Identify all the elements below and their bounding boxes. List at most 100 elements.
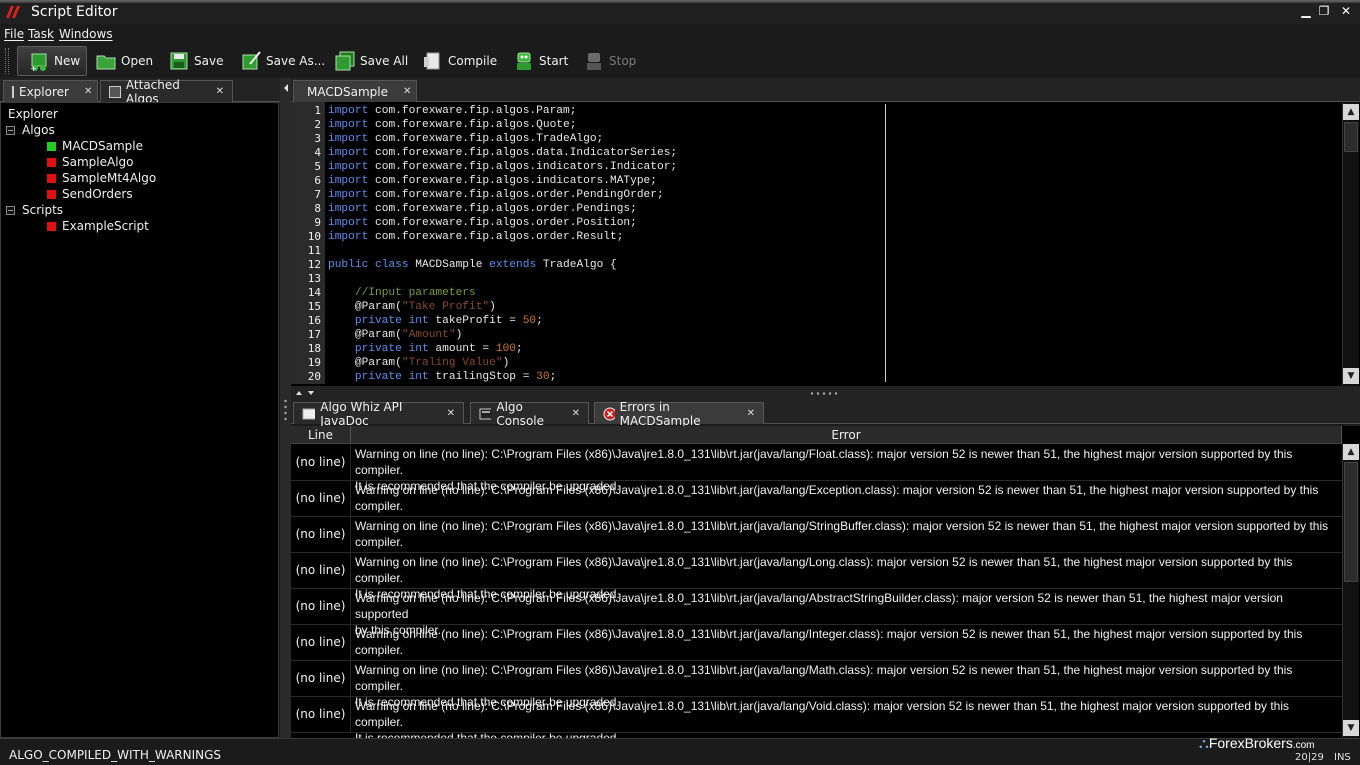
table-row[interactable]: (no line) Warning on line (no line): C:\P… xyxy=(291,481,1342,517)
close-icon[interactable]: ✕ xyxy=(747,408,755,419)
table-row[interactable]: (no line) Warning on line (no line): C:\P… xyxy=(291,625,1342,661)
scroll-thumb[interactable] xyxy=(1344,122,1358,152)
title-bar: Script Editor ▁ ❐ ✕ xyxy=(0,0,1360,24)
tree-folder-algos[interactable]: Algos xyxy=(22,122,55,138)
close-icon[interactable]: ✕ xyxy=(572,408,580,419)
error-message-line: Warning on line (no line): C:\Program Fi… xyxy=(355,555,1293,585)
tree-item-examplescript[interactable]: ExampleScript xyxy=(62,218,149,234)
table-row[interactable]: (no line) Warning on line (no line): C:\P… xyxy=(291,589,1342,637)
attached-algos-icon xyxy=(109,85,121,98)
close-window-icon[interactable]: ✕ xyxy=(1338,4,1354,18)
collapse-icon[interactable]: − xyxy=(6,126,15,135)
code-line[interactable]: import com.forexware.fip.algos.TradeAlgo… xyxy=(328,132,603,146)
close-icon[interactable]: ✕ xyxy=(216,86,224,97)
line-number: 9 xyxy=(314,216,321,229)
status-red-icon xyxy=(47,190,56,199)
line-number: 4 xyxy=(314,146,321,159)
tree-folder-scripts[interactable]: Scripts xyxy=(22,202,63,218)
table-row[interactable]: (no line) Warning on line (no line): C:\P… xyxy=(291,553,1342,601)
column-header-error[interactable]: Error xyxy=(351,426,1342,444)
code-line[interactable]: import com.forexware.fip.algos.Quote; xyxy=(328,118,576,132)
watermark-logo: ⛬ForexBrokers.com xyxy=(1199,735,1315,751)
horizontal-splitter[interactable] xyxy=(291,386,1360,400)
code-line[interactable]: private int takeProfit = 50; xyxy=(328,314,543,328)
code-line[interactable]: import com.forexware.fip.algos.data.Indi… xyxy=(328,146,677,160)
scroll-up-icon[interactable]: ▲ xyxy=(1343,444,1359,460)
line-number: 8 xyxy=(314,202,321,215)
code-line[interactable]: import com.forexware.fip.algos.order.Pos… xyxy=(328,216,637,230)
error-message-line: Warning on line (no line): C:\Program Fi… xyxy=(355,447,1293,477)
code-line[interactable]: public class MACDSample extends TradeAlg… xyxy=(328,258,617,272)
save-disk-icon xyxy=(170,52,188,70)
scroll-up-icon[interactable]: ▲ xyxy=(1343,104,1359,120)
tab-errors[interactable]: Errors in MACDSample ✕ xyxy=(594,400,764,428)
table-row[interactable]: (no line) Warning on line (no line): C:\P… xyxy=(291,445,1342,493)
line-number: 17 xyxy=(307,328,321,341)
column-header-line[interactable]: Line xyxy=(291,426,351,444)
menu-windows[interactable]: Windows xyxy=(59,27,113,41)
start-button[interactable]: Start xyxy=(513,46,568,76)
save-button[interactable]: Save xyxy=(168,46,223,76)
save-as-button[interactable]: Save As... xyxy=(240,46,325,76)
code-line[interactable]: import com.forexware.fip.algos.order.Res… xyxy=(328,230,623,244)
close-icon[interactable]: ✕ xyxy=(84,86,92,97)
code-line[interactable]: import com.forexware.fip.algos.order.Pen… xyxy=(328,188,664,202)
scroll-down-icon[interactable]: ▼ xyxy=(1343,720,1359,736)
scroll-thumb[interactable] xyxy=(1344,462,1358,582)
code-line[interactable]: import com.forexware.fip.algos.indicator… xyxy=(328,160,677,174)
error-message-line: Warning on line (no line): C:\Program Fi… xyxy=(355,519,1329,533)
code-line[interactable]: @Param("Take Profit") xyxy=(328,300,496,314)
new-icon: + xyxy=(30,53,47,72)
error-message-line: Warning on line (no line): C:\Program Fi… xyxy=(355,591,1283,621)
tab-macdsample[interactable]: MACDSample ✕ xyxy=(293,80,417,102)
code-line[interactable]: import com.forexware.fip.algos.indicator… xyxy=(328,174,657,188)
tab-attached-algos[interactable]: Attached Algos ✕ xyxy=(100,78,233,106)
collapse-panel-icon[interactable] xyxy=(282,82,290,102)
new-button[interactable]: + New xyxy=(17,46,88,76)
menu-bar: File Task Windows xyxy=(0,24,1360,44)
line-number-gutter: 1 2 3 4 5 6 7 8 9 10 11 12 13 14 15 16 1… xyxy=(291,102,325,384)
line-number: 12 xyxy=(307,258,321,271)
tree-item-sendorders[interactable]: SendOrders xyxy=(62,186,133,202)
code-line[interactable]: import com.forexware.fip.algos.order.Pen… xyxy=(328,202,637,216)
collapse-icon[interactable]: − xyxy=(6,206,15,215)
error-line-cell: (no line) xyxy=(291,481,351,516)
code-line[interactable]: private int amount = 100; xyxy=(328,342,523,356)
table-row[interactable]: (no line) Warning on line (no line): C:\P… xyxy=(291,697,1342,745)
splitter-grip-icon xyxy=(810,392,838,395)
line-number: 14 xyxy=(307,286,321,299)
tree-item-samplealgo[interactable]: SampleAlgo xyxy=(62,154,134,170)
line-number: 2 xyxy=(314,118,321,131)
tab-algo-console[interactable]: Algo Console ✕ xyxy=(470,400,589,428)
code-line[interactable]: import com.forexware.fip.algos.Param; xyxy=(328,104,576,118)
errors-scrollbar[interactable]: ▲ ▼ xyxy=(1342,444,1359,738)
code-line[interactable]: private int trailingStop = 30; xyxy=(328,370,556,384)
expand-collapse-icon[interactable] xyxy=(295,389,317,397)
close-icon[interactable]: ✕ xyxy=(447,408,455,419)
stop-button[interactable]: Stop xyxy=(583,46,636,76)
open-button[interactable]: Open xyxy=(95,46,153,76)
menu-task[interactable]: Task xyxy=(28,27,54,41)
code-line[interactable]: @Param("Traling Value") xyxy=(328,356,509,370)
code-line[interactable]: @Param("Amount") xyxy=(328,328,462,342)
compile-button[interactable]: Compile xyxy=(422,46,497,76)
table-row[interactable]: (no line) Warning on line (no line): C:\P… xyxy=(291,661,1342,709)
restore-icon[interactable]: ❐ xyxy=(1316,4,1332,18)
scroll-down-icon[interactable]: ▼ xyxy=(1343,368,1359,384)
error-message-cell: Warning on line (no line): C:\Program Fi… xyxy=(355,518,1339,550)
save-as-icon xyxy=(242,51,261,70)
tree-item-macdsample[interactable]: MACDSample xyxy=(62,138,143,154)
editor-scrollbar[interactable]: ▲ ▼ xyxy=(1342,102,1359,386)
table-row[interactable]: (no line) Warning on line (no line): C:\P… xyxy=(291,517,1342,553)
tab-javadoc[interactable]: Algo Whiz API JavaDoc ✕ xyxy=(293,400,464,428)
close-icon[interactable]: ✕ xyxy=(403,86,411,97)
menu-file[interactable]: File xyxy=(4,27,24,41)
save-all-button[interactable]: Save All xyxy=(334,46,408,76)
toolbar-grip[interactable] xyxy=(5,48,9,74)
minimize-icon[interactable]: ▁ xyxy=(1298,4,1314,18)
vertical-splitter[interactable] xyxy=(280,78,291,738)
code-line[interactable]: //Input parameters xyxy=(328,286,476,300)
tree-item-samplemt4algo[interactable]: SampleMt4Algo xyxy=(62,170,156,186)
code-editor[interactable]: 1 2 3 4 5 6 7 8 9 10 11 12 13 14 15 16 1… xyxy=(291,102,1360,386)
tab-explorer[interactable]: Explorer ✕ xyxy=(3,80,98,102)
